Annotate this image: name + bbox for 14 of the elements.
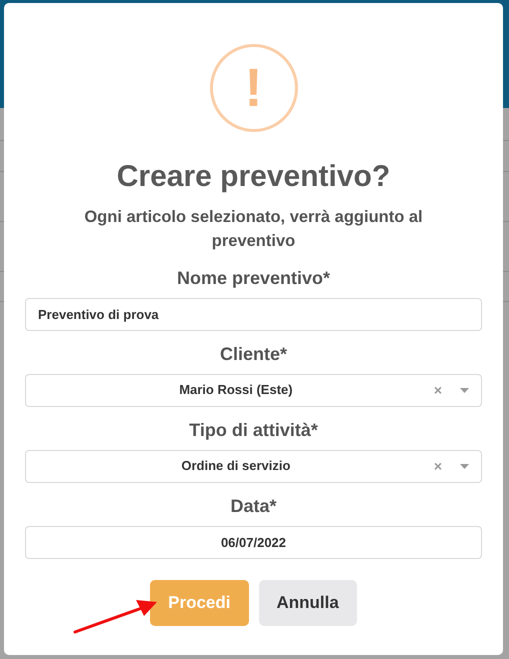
field-label: Cliente*	[220, 342, 288, 366]
select-field[interactable]: Mario Rossi (Este) ×	[25, 374, 482, 406]
warning-icon: !	[210, 44, 298, 132]
dialog-title: Creare preventivo?	[116, 159, 390, 195]
caret-icon	[460, 464, 469, 468]
select-field[interactable]: Ordine di servizio ×	[25, 450, 482, 482]
field-label: Data*	[230, 494, 277, 518]
dialog-message: Ogni articolo selezionato, verrà aggiunto al preventivo	[83, 206, 424, 252]
field-label: Nome preventivo*	[176, 266, 330, 290]
text-field[interactable]: Preventivo di prova	[25, 298, 482, 330]
field-label: Tipo di attività*	[189, 418, 318, 442]
cancel-button[interactable]: Annulla	[258, 580, 357, 626]
date-field[interactable]: 06/07/2022	[25, 526, 482, 558]
caret-icon	[460, 388, 469, 392]
